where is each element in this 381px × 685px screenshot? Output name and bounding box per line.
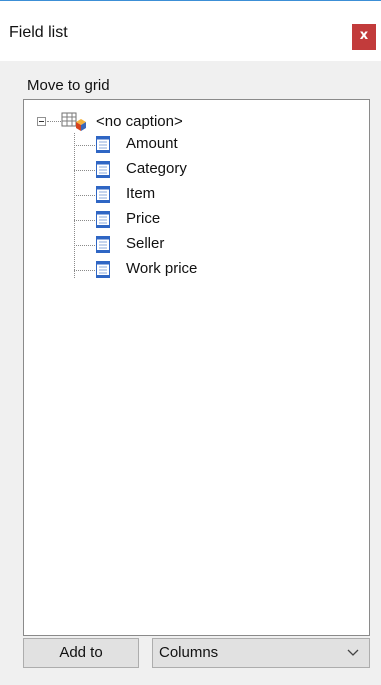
field-icon (96, 136, 110, 153)
tree-item-label: Price (126, 210, 161, 227)
collapse-icon[interactable] (37, 117, 46, 126)
field-icon (96, 261, 110, 278)
add-to-button[interactable]: Add to (23, 638, 139, 668)
tree-item-label: Amount (126, 135, 178, 152)
target-area-value: Columns (159, 644, 219, 661)
tree-item-label: Work price (126, 260, 198, 277)
target-area-select[interactable]: Columns (152, 638, 370, 668)
tree-root-label: <no caption> (96, 113, 183, 130)
tree-connector (74, 195, 95, 196)
field-icon (96, 186, 110, 203)
tree-connector (47, 121, 61, 122)
tree-connector-vertical (74, 133, 75, 278)
field-icon (96, 236, 110, 253)
group-label: Move to grid (27, 77, 110, 94)
tree-connector (74, 170, 95, 171)
close-button[interactable]: x (352, 24, 376, 50)
field-icon (96, 161, 110, 178)
chevron-down-icon (347, 649, 359, 656)
tree-connector (74, 220, 95, 221)
tree-item-label: Seller (126, 235, 165, 252)
tree-item-label: Item (126, 185, 156, 202)
cube-icon (61, 112, 86, 131)
field-list-window: Field list x Move to grid <no caption> A… (0, 0, 381, 685)
field-tree[interactable]: <no caption> Amount Category Item Price … (23, 99, 370, 636)
field-icon (96, 211, 110, 228)
tree-item-label: Category (126, 160, 187, 177)
window-title: Field list (9, 24, 68, 41)
tree-connector (74, 270, 95, 271)
title-bar: Field list x (0, 1, 381, 61)
tree-connector (74, 145, 95, 146)
tree-connector (74, 245, 95, 246)
panel-body: Move to grid <no caption> Amount Categor… (0, 61, 381, 685)
